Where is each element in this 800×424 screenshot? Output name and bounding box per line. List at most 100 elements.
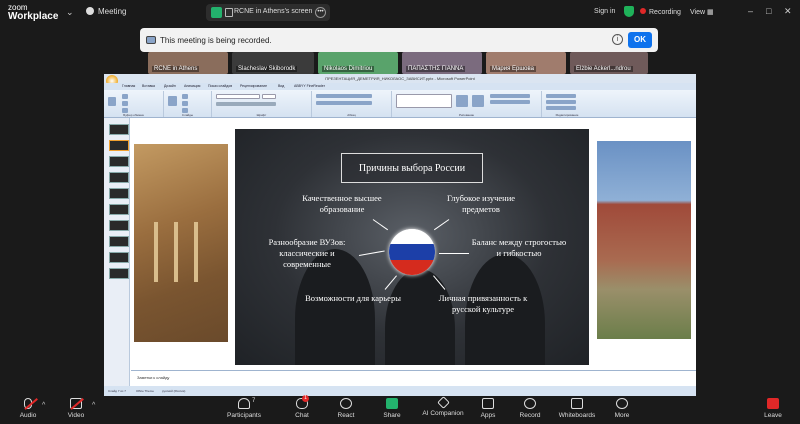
reason-balance: Баланс между строгостью и гибкостью (471, 237, 567, 258)
reset-icon[interactable] (182, 101, 188, 106)
slide-thumbnail[interactable] (109, 204, 129, 215)
brand-line2: Workplace (8, 11, 59, 22)
chat-button[interactable]: 1 Chat (280, 395, 324, 419)
record-label: Record (519, 412, 541, 419)
slide-thumbnail[interactable] (109, 220, 129, 231)
arrow-connector (433, 219, 450, 231)
apps-button[interactable]: Apps (466, 398, 510, 419)
slide-thumbnail[interactable] (109, 124, 129, 135)
background-image-right (597, 141, 691, 339)
ok-button[interactable]: OK (628, 32, 652, 48)
react-button[interactable]: React (324, 398, 368, 419)
shape-fill[interactable] (490, 94, 530, 98)
slide-thumbnail[interactable] (109, 252, 129, 263)
tab-view[interactable]: Вид (278, 84, 284, 88)
list-buttons[interactable] (316, 94, 372, 98)
tab-home[interactable]: Главная (122, 84, 135, 88)
slide-thumbnail[interactable] (109, 156, 129, 167)
participant-tile[interactable]: RCNE in Athens (148, 52, 228, 74)
slide-thumbnail[interactable] (109, 268, 129, 279)
minimize-icon[interactable]: – (748, 6, 753, 16)
slide-thumbnail[interactable] (109, 188, 129, 199)
ai-companion-button[interactable]: AI Companion (418, 396, 468, 417)
tab-insert[interactable]: Вставка (142, 84, 155, 88)
font-name-select[interactable] (216, 94, 260, 99)
ai-companion-label: AI Companion (422, 410, 464, 417)
maximize-icon[interactable]: □ (766, 6, 771, 16)
ribbon-group-clipboard: Буфер обмена (104, 91, 164, 117)
paste-icon[interactable] (108, 97, 116, 106)
theme-name: Office Theme (136, 389, 154, 393)
ppt-window-title: ПРЕЗЕНТАЦИЯ_ДЕМЕТРИЯ_НИКОЛАОС_ЗАВИСИТ.pp… (104, 74, 696, 83)
participant-tile[interactable]: Elżbie Ackerl...ndrou (570, 52, 648, 74)
more-button[interactable]: More (600, 398, 644, 419)
quick-styles-icon[interactable] (472, 95, 484, 107)
info-icon[interactable]: i (612, 34, 623, 45)
font-size-select[interactable] (262, 94, 276, 99)
chevron-down-icon[interactable]: ⌄ (66, 7, 74, 18)
whiteboard-icon (571, 398, 583, 409)
more-options-icon[interactable]: ••• (315, 7, 326, 18)
video-chevron-icon[interactable]: ^ (92, 402, 95, 409)
cut-icon[interactable] (122, 94, 128, 99)
tab-design[interactable]: Дизайн (164, 84, 176, 88)
view-button[interactable]: View ▦ (690, 8, 714, 16)
chat-badge: 1 (302, 395, 309, 402)
participant-tile[interactable]: Slacheslav Skiborodk (232, 52, 314, 74)
video-label: Video (67, 412, 85, 419)
share-label: Share (383, 412, 401, 419)
record-button[interactable]: Record (508, 398, 552, 419)
participant-tile[interactable]: ΠΑΠΑΣΤΗΣ ΓΙΑΝΝΑ (402, 52, 482, 74)
tab-animation[interactable]: Анимация (184, 84, 200, 88)
apps-icon (482, 398, 494, 409)
select-icon[interactable] (546, 106, 576, 110)
reason-career: Возможности для карьеры (305, 293, 401, 303)
slide-thumbnail[interactable] (109, 172, 129, 183)
new-slide-icon[interactable] (168, 96, 177, 106)
meeting-label: Meeting (98, 7, 127, 16)
participant-tile[interactable]: Мария Ершова (486, 52, 566, 74)
participant-tile[interactable]: Nikolaos Dimitriou (318, 52, 398, 74)
close-icon[interactable]: ✕ (784, 6, 792, 17)
slide-thumbnail[interactable] (109, 236, 129, 247)
participant-name: Slacheslav Skiborodk (236, 66, 298, 72)
slide-thumbnail[interactable] (109, 140, 129, 151)
participants-count: 7 (252, 398, 256, 404)
reason-culture: Личная привязанность к русской культуре (438, 293, 528, 314)
font-format-buttons[interactable] (216, 102, 276, 106)
ribbon-group-slides: Слайды (164, 91, 212, 117)
reason-university-diversity: Разнообразие ВУЗов: классические и совре… (268, 237, 346, 269)
heart-icon (340, 398, 352, 409)
slide-notes[interactable]: Заметки к слайду (131, 370, 696, 386)
participants-button[interactable]: 7 Participants (222, 398, 266, 419)
current-slide[interactable]: Причины выбора России Качественное высше… (235, 129, 589, 365)
audio-chevron-icon[interactable]: ^ (42, 402, 45, 409)
shape-outline[interactable] (490, 100, 530, 104)
record-dot-icon (640, 8, 646, 14)
leave-button[interactable]: Leave (758, 398, 788, 419)
slide-title: Причины выбора России (341, 153, 483, 183)
recording-label: Recording (649, 9, 681, 16)
whiteboards-button[interactable]: Whiteboards (552, 398, 602, 419)
apps-label: Apps (480, 412, 496, 419)
security-shield-icon[interactable] (624, 6, 634, 17)
copy-icon[interactable] (122, 101, 128, 106)
layout-icon[interactable] (182, 94, 188, 99)
tab-abbyy[interactable]: ABBYY FineReader (294, 84, 325, 88)
zoom-top-bar: zoom Workplace ⌄ Meeting RCNE in Athens'… (0, 0, 800, 26)
arrange-icon[interactable] (456, 95, 468, 107)
align-buttons[interactable] (316, 101, 372, 105)
tab-slideshow[interactable]: Показ слайдов (208, 84, 232, 88)
screen-share-indicator[interactable]: RCNE in Athens's screen ••• (206, 4, 330, 21)
ribbon: Буфер обмена Слайды Шрифт Абзац Рисовани… (104, 90, 696, 118)
leave-label: Leave (764, 412, 782, 419)
sign-in-link[interactable]: Sign in (594, 8, 615, 15)
recording-indicator[interactable]: Recording (640, 8, 681, 16)
group-label: Рисование (458, 113, 475, 117)
replace-icon[interactable] (546, 100, 576, 104)
find-icon[interactable] (546, 94, 576, 98)
meeting-info-button[interactable]: Meeting (86, 7, 126, 16)
tab-review[interactable]: Рецензирование (240, 84, 267, 88)
shapes-gallery[interactable] (396, 94, 452, 108)
share-button[interactable]: Share (370, 398, 414, 419)
